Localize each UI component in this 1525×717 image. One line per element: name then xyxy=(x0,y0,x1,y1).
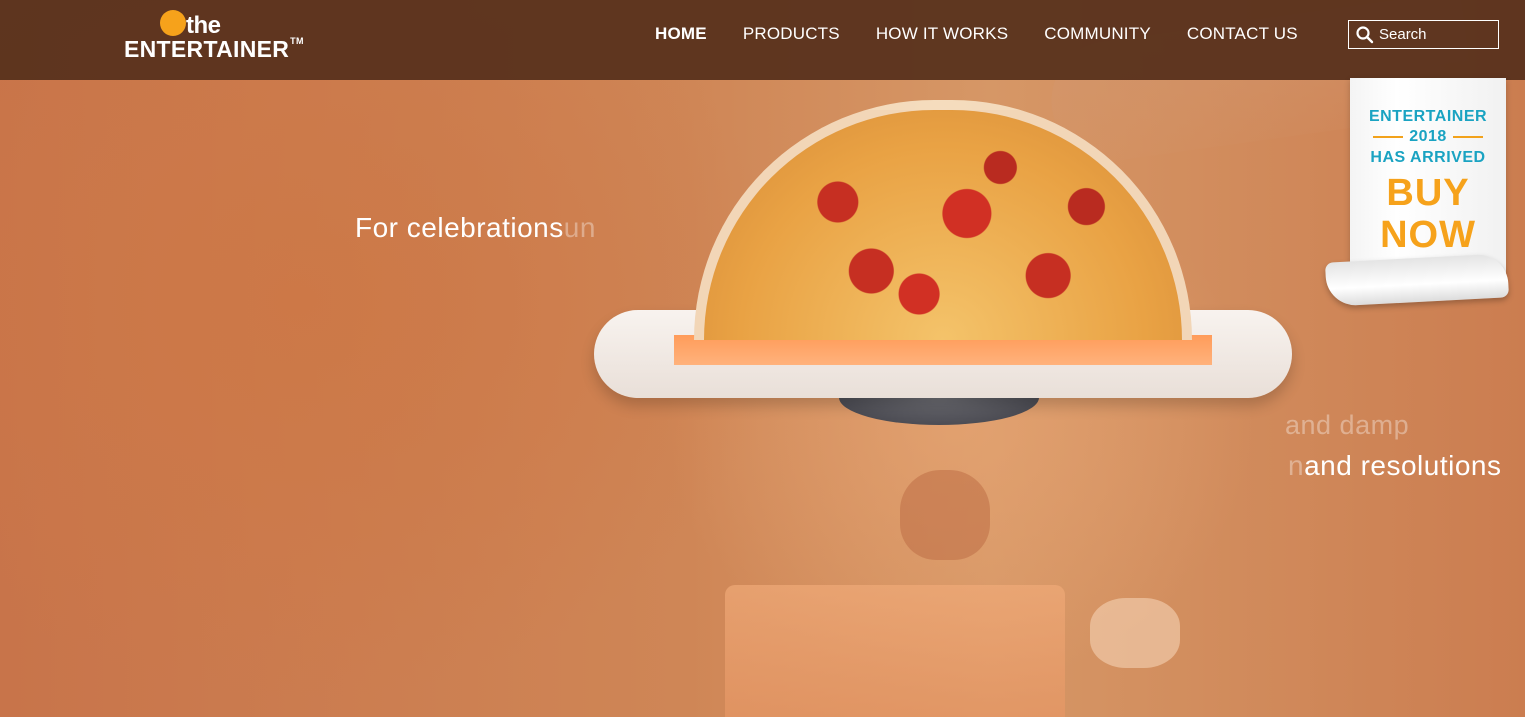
promo-dash-left xyxy=(1373,136,1404,138)
promo-cta-buy: BUY xyxy=(1386,172,1470,214)
bucket-image xyxy=(725,585,1065,717)
brand-logo[interactable]: the ENTERTAINERTM xyxy=(124,10,314,66)
hero-text-right-ghost: and damp xyxy=(1285,410,1410,440)
promo-line1: ENTERTAINER xyxy=(1368,108,1488,125)
pizza-image xyxy=(694,100,1192,340)
search-box[interactable] xyxy=(1348,20,1499,49)
logo-main-text: ENTERTAINERTM xyxy=(124,36,304,62)
dog-image-secondary xyxy=(1090,598,1180,668)
top-navbar: the ENTERTAINERTM HOME PRODUCTS HOW IT W… xyxy=(0,0,1525,80)
promo-year: 2018 xyxy=(1409,128,1447,145)
nav-community[interactable]: COMMUNITY xyxy=(1044,24,1151,44)
main-nav: HOME PRODUCTS HOW IT WORKS COMMUNITY CON… xyxy=(655,24,1334,44)
promo-dash-right xyxy=(1452,136,1483,138)
promo-cta-now: NOW xyxy=(1380,214,1476,256)
hero-text-right: nand resolutions xyxy=(1288,450,1502,481)
promo-year-row: 2018 xyxy=(1350,128,1506,146)
buy-now-promo-badge[interactable]: ENTERTAINER 2018 HAS ARRIVED BUY NOW xyxy=(1324,78,1510,307)
promo-line2: HAS ARRIVED xyxy=(1370,149,1486,166)
nav-how-it-works[interactable]: HOW IT WORKS xyxy=(876,24,1008,44)
hero-text-left: For celebrationsun xyxy=(355,212,596,243)
nav-products[interactable]: PRODUCTS xyxy=(743,24,840,44)
search-input[interactable] xyxy=(1375,25,1491,44)
nav-home[interactable]: HOME xyxy=(655,24,707,44)
hero-text-right-ghost-prefix: n xyxy=(1288,450,1305,481)
dog-image xyxy=(900,470,990,560)
promo-card: ENTERTAINER 2018 HAS ARRIVED BUY NOW xyxy=(1350,78,1506,274)
nav-contact-us[interactable]: CONTACT US xyxy=(1187,24,1298,44)
smiley-icon xyxy=(160,10,186,36)
search-icon[interactable] xyxy=(1355,25,1375,45)
hero-banner: For celebrationsun and damp nand resolut… xyxy=(0,0,1525,717)
hero-text-left-ghost: un xyxy=(563,212,596,243)
pizza-phone-illustration xyxy=(594,100,1294,430)
